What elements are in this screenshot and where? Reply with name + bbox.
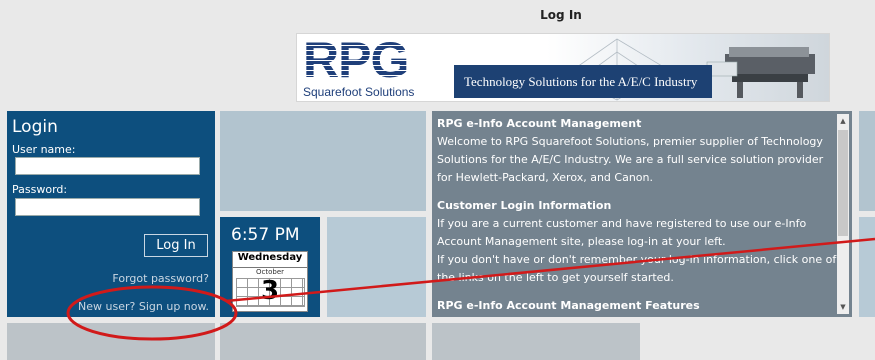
username-input[interactable] bbox=[15, 157, 200, 175]
info-scrollbar[interactable]: ▲ ▼ bbox=[837, 114, 849, 314]
clock-tile: 6:57 PM Wednesday October 3 bbox=[220, 217, 320, 317]
tile-light-1 bbox=[220, 111, 426, 211]
tagline-box: Technology Solutions for the A/E/C Indus… bbox=[454, 65, 712, 98]
info-content: RPG e-Info Account Management Welcome to… bbox=[437, 115, 837, 315]
scroll-down-arrow-icon[interactable]: ▼ bbox=[837, 301, 849, 313]
username-label: User name: bbox=[12, 143, 76, 156]
tile-light-3 bbox=[859, 111, 875, 211]
login-panel: Login User name: Password: Log In Forgot… bbox=[7, 111, 215, 317]
info-heading-2: Customer Login Information bbox=[437, 199, 612, 212]
info-heading-3: RPG e-Info Account Management Features bbox=[437, 299, 700, 312]
calendar-month: October bbox=[255, 268, 284, 276]
info-panel[interactable]: RPG e-Info Account Management Welcome to… bbox=[432, 111, 852, 317]
signup-link[interactable]: New user? Sign up now. bbox=[78, 300, 209, 313]
password-input[interactable] bbox=[15, 198, 200, 216]
login-heading: Login bbox=[12, 117, 58, 137]
forgot-password-link[interactable]: Forgot password? bbox=[112, 272, 209, 285]
calendar-weekday: Wednesday bbox=[233, 252, 307, 268]
scroll-thumb[interactable] bbox=[838, 130, 848, 236]
tile-gray-2 bbox=[220, 323, 426, 360]
info-text-3: If you don't have or don't remember your… bbox=[437, 253, 837, 284]
login-button[interactable]: Log In bbox=[144, 234, 208, 257]
calendar-icon: Wednesday October 3 bbox=[232, 251, 308, 312]
info-heading-1: RPG e-Info Account Management bbox=[437, 117, 642, 130]
calendar-date: 3 bbox=[260, 276, 280, 306]
password-label: Password: bbox=[12, 183, 68, 196]
info-text-2: If you are a current customer and have r… bbox=[437, 217, 807, 248]
tile-gray-1 bbox=[7, 323, 215, 360]
clock-time: 6:57 PM bbox=[231, 225, 300, 245]
info-text-1: Welcome to RPG Squarefoot Solutions, pre… bbox=[437, 135, 824, 184]
scroll-up-arrow-icon[interactable]: ▲ bbox=[837, 115, 849, 127]
tile-light-4 bbox=[859, 217, 875, 317]
header-banner: RPG Squarefoot Solutions Technology Solu… bbox=[296, 33, 830, 102]
rpg-logo: RPG bbox=[303, 35, 441, 85]
tile-light-2 bbox=[327, 217, 426, 317]
page-title: Log In bbox=[540, 8, 582, 22]
logo-subtitle: Squarefoot Solutions bbox=[303, 85, 415, 99]
tagline: Technology Solutions for the A/E/C Indus… bbox=[464, 74, 698, 89]
tile-gray-3 bbox=[432, 323, 640, 360]
